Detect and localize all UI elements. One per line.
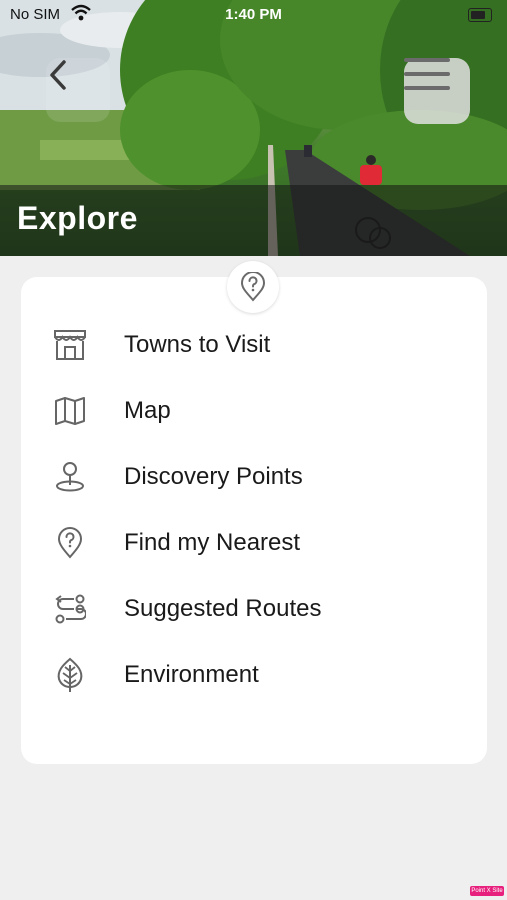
location-pin-icon bbox=[51, 458, 89, 496]
menu-item-label: Find my Nearest bbox=[124, 529, 301, 556]
site-badge: Point X Site bbox=[470, 886, 504, 896]
menu-item-map[interactable]: Map bbox=[21, 378, 487, 444]
menu-item-label: Map bbox=[124, 397, 171, 424]
page-title: Explore bbox=[17, 200, 138, 236]
clock: 1:40 PM bbox=[225, 6, 282, 23]
storefront-icon bbox=[51, 326, 89, 364]
menu-item-label: Environment bbox=[124, 661, 259, 688]
leaf-icon bbox=[51, 656, 89, 694]
menu-item-label: Suggested Routes bbox=[124, 595, 322, 622]
menu-item-discovery-points[interactable]: Discovery Points bbox=[21, 444, 487, 510]
map-icon bbox=[51, 392, 89, 430]
menu-item-environment[interactable]: Environment bbox=[21, 642, 487, 708]
explore-menu: Towns to Visit Map Discovery Points Find… bbox=[21, 312, 487, 708]
menu-item-towns-to-visit[interactable]: Towns to Visit bbox=[21, 312, 487, 378]
menu-item-label: Towns to Visit bbox=[124, 331, 271, 358]
help-button[interactable] bbox=[227, 261, 279, 313]
menu-button[interactable] bbox=[404, 58, 470, 124]
menu-item-suggested-routes[interactable]: Suggested Routes bbox=[21, 576, 487, 642]
battery-icon bbox=[468, 8, 492, 22]
question-pin-icon bbox=[51, 524, 89, 562]
route-icon bbox=[51, 590, 89, 628]
back-button[interactable] bbox=[46, 58, 110, 122]
chevron-left-icon bbox=[50, 60, 66, 90]
menu-item-label: Discovery Points bbox=[124, 463, 303, 490]
menu-item-find-my-nearest[interactable]: Find my Nearest bbox=[21, 510, 487, 576]
hamburger-icon bbox=[404, 58, 450, 90]
question-pin-icon bbox=[240, 272, 266, 302]
header-photo: No SIM 1:40 PM Explore bbox=[0, 0, 507, 256]
status-bar: No SIM 1:40 PM bbox=[0, 0, 507, 30]
